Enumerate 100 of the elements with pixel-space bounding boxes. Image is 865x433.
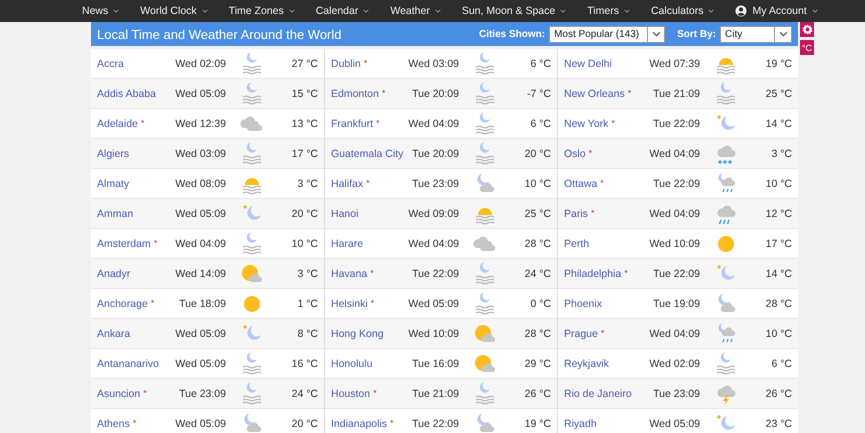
local-time: Wed 02:09 <box>175 58 226 70</box>
weather-icon <box>473 82 497 106</box>
weather-icon <box>473 262 497 286</box>
city-link[interactable]: Edmonton <box>331 88 379 100</box>
city-link[interactable]: Honolulu <box>331 358 372 370</box>
weather-icon <box>473 112 497 136</box>
local-time: Tue 23:09 <box>179 388 226 400</box>
local-time: Wed 10:09 <box>649 238 700 250</box>
nav-menu-item[interactable]: Time Zones <box>228 5 295 17</box>
dst-mark: * <box>154 238 158 250</box>
city-link[interactable]: Addis Ababa <box>97 88 156 100</box>
city-link[interactable]: Hanoi <box>331 208 358 220</box>
caret-icon <box>434 9 441 13</box>
dst-mark: * <box>624 268 628 280</box>
caret-icon <box>288 9 295 13</box>
weather-icon <box>473 52 497 76</box>
local-time: Wed 05:09 <box>175 328 226 340</box>
city-link[interactable]: Perth <box>564 238 590 250</box>
city-link[interactable]: Ottawa <box>564 178 598 190</box>
local-time: Wed 02:09 <box>649 358 700 370</box>
nav-menu-item[interactable]: Calendar <box>316 5 370 17</box>
city-link[interactable]: Prague <box>564 328 598 340</box>
local-time: Wed 05:09 <box>649 418 700 430</box>
nav-menu-item[interactable]: World Clock <box>140 5 208 17</box>
temperature: 27 °C <box>290 58 318 70</box>
temperature: 17 °C <box>290 148 318 160</box>
city-link[interactable]: New Orleans <box>564 88 625 100</box>
city-link[interactable]: Oslo <box>564 148 586 160</box>
city-link[interactable]: Amsterdam <box>97 238 151 250</box>
weather-icon <box>240 382 264 406</box>
local-time: Wed 05:09 <box>175 208 226 220</box>
dst-mark: * <box>140 118 144 130</box>
city-link[interactable]: Riyadh <box>564 418 597 430</box>
city-link[interactable]: Accra <box>97 58 124 70</box>
local-time: Tue 20:09 <box>412 148 459 160</box>
city-link[interactable]: Paris <box>564 208 588 220</box>
nav-menu-item[interactable]: News <box>82 5 120 17</box>
weather-icon <box>473 142 497 166</box>
temperature: 28 °C <box>764 298 792 310</box>
city-link[interactable]: New Delhi <box>564 58 612 70</box>
sort-label: Sort By: <box>677 28 716 40</box>
dst-mark: * <box>600 328 604 340</box>
nav-menu-item[interactable]: Weather <box>390 5 441 17</box>
temperature: 3 °C <box>296 268 318 280</box>
caret-icon <box>624 9 630 13</box>
city-link[interactable]: Harare <box>331 238 364 250</box>
city-link[interactable]: Amman <box>97 208 134 220</box>
temperature: 24 °C <box>290 388 318 400</box>
local-time: Wed 03:09 <box>175 148 226 160</box>
city-link[interactable]: Athens <box>97 418 130 430</box>
temperature: 24 °C <box>524 268 551 280</box>
local-time: Wed 04:09 <box>649 208 700 220</box>
dst-mark: * <box>611 118 615 130</box>
city-link[interactable]: Phoenix <box>564 298 602 310</box>
settings-button[interactable] <box>800 22 814 37</box>
city-link[interactable]: Adelaide <box>97 118 138 130</box>
dst-mark: * <box>150 298 154 310</box>
cities-select[interactable]: Most Popular (143) <box>549 26 666 42</box>
city-link[interactable]: Houston <box>331 388 370 400</box>
temperature: 6 °C <box>529 58 551 70</box>
city-link[interactable]: Indianapolis <box>331 418 388 430</box>
city-link[interactable]: Asuncion <box>97 388 140 400</box>
city-link[interactable]: Halifax <box>331 178 364 190</box>
city-link[interactable]: Philadelphia <box>564 268 622 280</box>
sort-select[interactable]: City <box>720 26 792 42</box>
unit-toggle-button[interactable]: °C <box>800 40 814 55</box>
city-link[interactable]: Almaty <box>97 178 130 190</box>
city-link[interactable]: Hong Kong <box>331 328 384 340</box>
city-link[interactable]: Rio de Janeiro <box>564 388 632 400</box>
city-link[interactable]: Frankfurt <box>331 118 374 130</box>
caret-icon <box>708 9 714 13</box>
temperature: 25 °C <box>764 88 792 100</box>
temperature: 28 °C <box>524 238 551 250</box>
nav-menu-item[interactable]: Timers <box>587 5 630 17</box>
local-time: Tue 23:09 <box>412 178 459 190</box>
city-link[interactable]: Reykjavik <box>564 358 609 370</box>
local-time: Wed 04:09 <box>649 328 700 340</box>
temperature: 16 °C <box>290 358 318 370</box>
local-time: Wed 05:09 <box>175 418 226 430</box>
local-time: Wed 07:39 <box>649 58 700 70</box>
city-link[interactable]: Anchorage <box>97 298 148 310</box>
city-link[interactable]: Dublin <box>331 58 361 70</box>
city-link[interactable]: Havana <box>331 268 368 280</box>
weather-icon <box>714 352 738 376</box>
dst-mark: * <box>132 418 136 430</box>
city-link[interactable]: Guatemala City <box>331 148 404 160</box>
city-link[interactable]: Antananarivo <box>97 358 159 370</box>
temperature: 10 °C <box>290 238 318 250</box>
nav-menu-item[interactable]: Sun, Moon & Space <box>462 5 566 17</box>
local-time: Tue 19:09 <box>653 298 700 310</box>
city-link[interactable]: Ankara <box>97 328 130 340</box>
city-link[interactable]: Algiers <box>97 148 130 160</box>
nav-menu-item[interactable]: Calculators <box>650 5 714 17</box>
caret-icon <box>113 9 120 13</box>
city-link[interactable]: Anadyr <box>97 268 130 280</box>
temperature: 10 °C <box>764 328 792 340</box>
nav-menu-item[interactable]: My Account <box>735 5 818 17</box>
dst-mark: * <box>628 88 632 100</box>
city-link[interactable]: New York <box>564 118 608 130</box>
city-link[interactable]: Helsinki <box>331 298 368 310</box>
